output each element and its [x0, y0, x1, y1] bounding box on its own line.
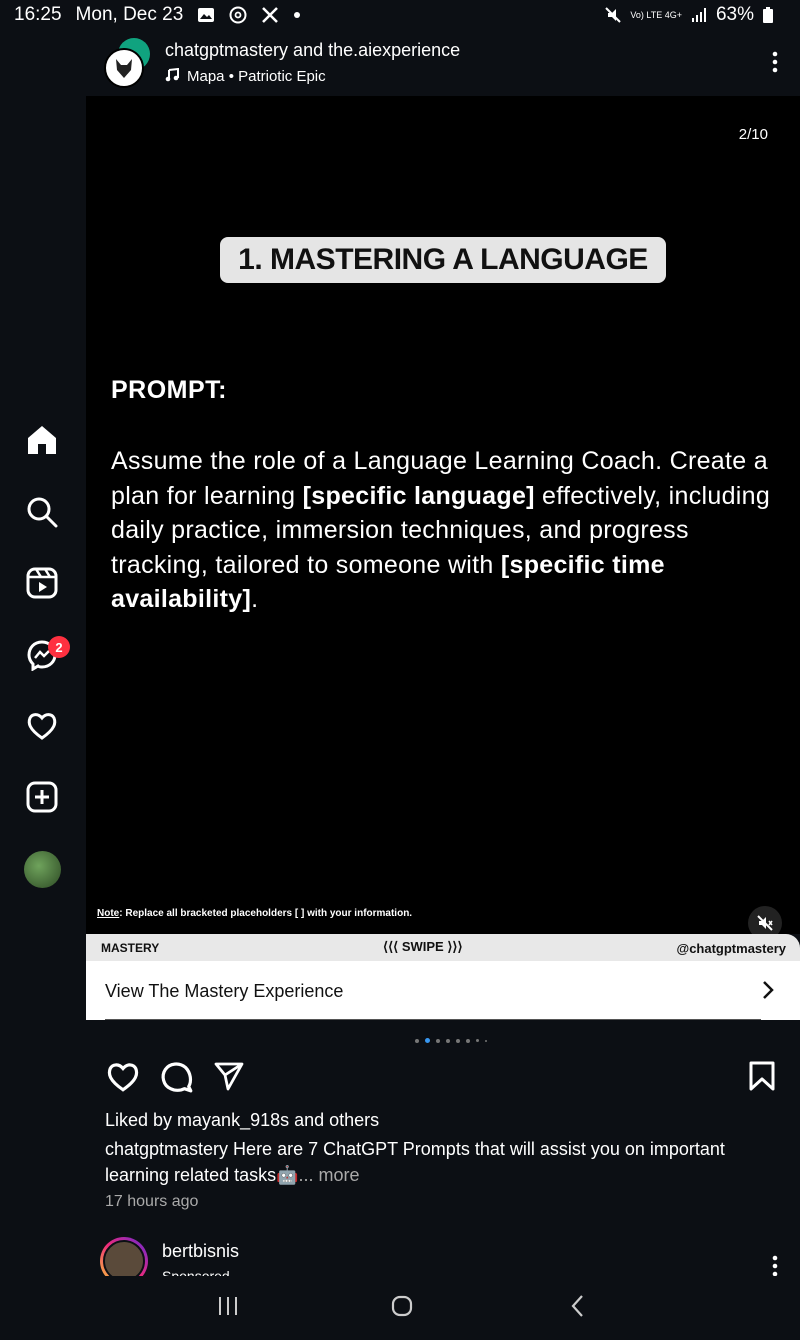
wolf-avatar-icon[interactable]: [104, 48, 144, 88]
status-bar: 16:25 Mon, Dec 23 Vo) LTE 4G+ 63%: [0, 0, 800, 32]
next-post-user[interactable]: bertbisnis: [162, 1241, 239, 1262]
next-post-sponsored: Sponsored: [162, 1268, 230, 1276]
post-time: 17 hours ago: [105, 1193, 199, 1210]
cta-link[interactable]: View The Mastery Experience: [86, 961, 800, 1020]
carousel-dot-active: [425, 1038, 430, 1043]
carousel-dot: [436, 1038, 440, 1043]
slide-note: Note: Replace all bracketed placeholders…: [97, 908, 413, 919]
cta-divider: [105, 1019, 761, 1020]
liked-by[interactable]: Liked by mayank_918s and others: [105, 1110, 379, 1131]
status-date: Mon, Dec 23: [75, 4, 184, 25]
post-media[interactable]: 2/10 1. MASTERING A LANGUAGE PROMPT: Ass…: [86, 96, 800, 940]
x-icon: [262, 7, 279, 23]
sidebar: [0, 32, 86, 1275]
carousel-dot: [466, 1038, 470, 1043]
post-usernames[interactable]: chatgptmastery and the.aiexperience: [165, 40, 460, 61]
strip-handle: @chatgptmastery: [676, 941, 786, 956]
system-nav-bar: [0, 1276, 800, 1340]
nav-search[interactable]: [22, 492, 62, 532]
strip-brand: MASTERY: [101, 941, 160, 955]
back-button[interactable]: [566, 1294, 590, 1323]
post-caption[interactable]: chatgptmastery Here are 7 ChatGPT Prompt…: [105, 1136, 755, 1188]
send-icon: [214, 1062, 244, 1091]
recents-button[interactable]: [216, 1294, 240, 1323]
comment-icon: [161, 1062, 193, 1093]
carousel-dot: [476, 1039, 479, 1042]
nav-create[interactable]: [22, 777, 62, 817]
nav-home[interactable]: [22, 420, 62, 460]
music-note-icon: [165, 67, 179, 82]
network-status: Vo) LTE 4G+: [630, 10, 682, 20]
carousel-dot: [415, 1038, 419, 1043]
more-options-button[interactable]: [772, 50, 778, 79]
create-icon: [26, 781, 58, 813]
carousel-dot: [446, 1038, 450, 1043]
back-icon: [571, 1295, 583, 1317]
battery-level: 63%: [715, 4, 754, 25]
heart-icon: [107, 1063, 139, 1092]
cta-label: View The Mastery Experience: [105, 981, 344, 1001]
carousel-dot: [456, 1038, 460, 1043]
heart-icon: [27, 713, 57, 740]
home-button[interactable]: [390, 1294, 414, 1323]
strip-swipe: ⟨⟨⟨ SWIPE ⟩⟩⟩: [383, 939, 463, 954]
post-music[interactable]: Mapa • Patriotic Epic: [165, 67, 326, 85]
mute-notifications-icon: [605, 7, 622, 23]
battery-icon: [763, 7, 773, 23]
chevron-right-icon: [763, 981, 774, 999]
bookmark-icon: [749, 1061, 775, 1091]
slide-footer-strip: MASTERY ⟨⟨⟨ SWIPE ⟩⟩⟩ @chatgptmastery: [86, 934, 800, 961]
post-header: chatgptmastery and the.aiexperience Mapa…: [86, 32, 800, 96]
reels-icon: [26, 567, 58, 599]
post-actions: [86, 1060, 800, 1100]
slide-title: 1. MASTERING A LANGUAGE: [220, 237, 666, 283]
save-button[interactable]: [748, 1060, 776, 1097]
dot-icon: [294, 12, 301, 18]
profile-icon[interactable]: [24, 851, 61, 888]
recents-icon: [219, 1297, 237, 1315]
comment-button[interactable]: [160, 1060, 194, 1099]
messenger-badge: 2: [48, 636, 70, 658]
carousel-dots: [415, 1038, 487, 1043]
kebab-icon: [772, 51, 778, 73]
threads-icon: [229, 6, 247, 24]
kebab-icon: [772, 1255, 778, 1277]
muted-speaker-icon: [757, 915, 773, 931]
slide-counter: 2/10: [738, 126, 768, 143]
music-label: Mapa • Patriotic Epic: [187, 68, 326, 85]
prompt-body: Assume the role of a Language Learning C…: [111, 447, 771, 613]
like-button[interactable]: [106, 1060, 140, 1099]
gallery-icon: [198, 8, 215, 22]
nav-reels[interactable]: [22, 563, 62, 603]
share-button[interactable]: [213, 1060, 245, 1097]
prompt-label: PROMPT:: [111, 376, 227, 404]
nav-notifications[interactable]: [22, 706, 62, 746]
status-time: 16:25: [14, 4, 62, 25]
signal-icon: [691, 8, 706, 22]
search-icon: [27, 497, 58, 528]
carousel-dot: [485, 1039, 487, 1042]
caption-more[interactable]: ... more: [299, 1165, 360, 1185]
home-icon: [28, 426, 56, 454]
home-circle-icon: [391, 1295, 413, 1317]
